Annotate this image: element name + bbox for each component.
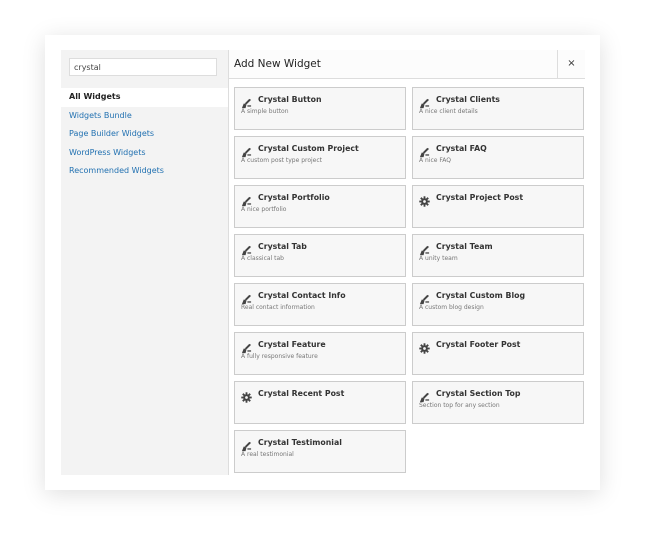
widget-description: A nice FAQ bbox=[419, 157, 452, 164]
widget-name: Crystal Button bbox=[258, 94, 322, 104]
widget-card-header: Crystal Team bbox=[419, 240, 577, 255]
gear-icon bbox=[419, 339, 430, 354]
sidebar-item-widgets-bundle[interactable]: Widgets Bundle bbox=[61, 107, 228, 126]
brush-icon bbox=[419, 290, 430, 304]
widget-card-header: Crystal Button bbox=[241, 93, 399, 108]
widget-grid: Crystal Button A simple button Crystal Cli… bbox=[234, 87, 584, 473]
widget-card[interactable]: Crystal Recent Post bbox=[234, 381, 406, 424]
widget-name: Crystal Feature bbox=[258, 339, 326, 349]
widget-name: Crystal FAQ bbox=[436, 143, 487, 153]
widget-card-header: Crystal Footer Post bbox=[419, 338, 577, 354]
gear-icon bbox=[419, 192, 430, 207]
widget-card-header: Crystal Feature bbox=[241, 338, 399, 353]
sidebar-item-recommended-widgets[interactable]: Recommended Widgets bbox=[61, 162, 228, 181]
widget-description: A custom blog design bbox=[419, 304, 484, 311]
widget-card[interactable]: Crystal Footer Post bbox=[412, 332, 584, 375]
widget-name: Crystal Custom Blog bbox=[436, 290, 526, 300]
widget-name: Crystal Tab bbox=[258, 241, 307, 251]
widget-name: Crystal Contact Info bbox=[258, 290, 346, 300]
sidebar-item-all-widgets[interactable]: All Widgets bbox=[61, 88, 228, 107]
widget-card-header: Crystal Portfolio bbox=[241, 191, 399, 206]
widget-card-header: Crystal Contact Info bbox=[241, 289, 399, 304]
widget-description: A simple button bbox=[241, 108, 289, 115]
widget-card-header: Crystal Project Post bbox=[419, 191, 577, 207]
widget-card[interactable]: Crystal Button A simple button bbox=[234, 87, 406, 130]
brush-icon bbox=[241, 94, 252, 108]
widget-card[interactable]: Crystal FAQ A nice FAQ bbox=[412, 136, 584, 179]
gear-icon bbox=[241, 388, 252, 403]
brush-icon bbox=[241, 437, 252, 451]
close-button[interactable]: × bbox=[557, 50, 585, 78]
widget-name: Crystal Recent Post bbox=[258, 388, 345, 398]
widget-name: Crystal Clients bbox=[436, 94, 500, 104]
widget-card-header: Crystal Testimonial bbox=[241, 436, 399, 451]
widget-description: A custom post type project bbox=[241, 157, 323, 164]
widget-card[interactable]: Crystal Project Post bbox=[412, 185, 584, 228]
widget-card-header: Crystal Clients bbox=[419, 93, 577, 108]
widget-card[interactable]: Crystal Clients A nice client details bbox=[412, 87, 584, 130]
widget-name: Crystal Custom Project bbox=[258, 143, 359, 153]
widget-name: Crystal Project Post bbox=[436, 192, 524, 202]
widget-card[interactable]: Crystal Custom Blog A custom blog design bbox=[412, 283, 584, 326]
widget-description: A nice portfolio bbox=[241, 206, 287, 213]
widget-card-header: Crystal Custom Project bbox=[241, 142, 399, 157]
sidebar-item-wordpress-widgets[interactable]: WordPress Widgets bbox=[61, 144, 228, 163]
widget-description: A fully responsive feature bbox=[241, 353, 318, 360]
widget-card[interactable]: Crystal Team A unity team bbox=[412, 234, 584, 277]
widget-card[interactable]: Crystal Portfolio A nice portfolio bbox=[234, 185, 406, 228]
widget-description: A unity team bbox=[419, 255, 458, 262]
widget-card[interactable]: Crystal Testimonial A real testimonial bbox=[234, 430, 406, 473]
widget-card-header: Crystal FAQ bbox=[419, 142, 577, 157]
brush-icon bbox=[241, 143, 252, 157]
widget-name: Crystal Section Top bbox=[436, 388, 521, 398]
widget-card[interactable]: Crystal Feature A fully responsive featur… bbox=[234, 332, 406, 375]
sidebar: All WidgetsWidgets BundlePage Builder Wi… bbox=[61, 50, 229, 475]
brush-icon bbox=[419, 241, 430, 255]
widget-card-header: Crystal Section Top bbox=[419, 387, 577, 402]
brush-icon bbox=[241, 290, 252, 304]
brush-icon bbox=[241, 241, 252, 255]
search-input[interactable] bbox=[69, 58, 217, 76]
widget-card[interactable]: Crystal Tab A classical tab bbox=[234, 234, 406, 277]
header: Add New Widget × bbox=[229, 50, 585, 79]
sidebar-nav: All Widgets Widgets Bundle Page Builder Wi… bbox=[61, 88, 228, 181]
main-panel: Add New Widget × Crystal Button A simple … bbox=[229, 50, 585, 475]
widget-name: Crystal Portfolio bbox=[258, 192, 330, 202]
widget-description: Real contact information bbox=[241, 304, 315, 311]
widget-name: Crystal Footer Post bbox=[436, 339, 521, 349]
widget-description: A classical tab bbox=[241, 255, 284, 262]
page-title: Add New Widget bbox=[234, 58, 321, 70]
brush-icon bbox=[241, 339, 252, 353]
widget-description: A nice client details bbox=[419, 108, 478, 115]
brush-icon bbox=[419, 94, 430, 108]
brush-icon bbox=[241, 192, 252, 206]
sidebar-item-page-builder-widgets[interactable]: Page Builder Widgets bbox=[61, 125, 228, 144]
widget-name: Crystal Team bbox=[436, 241, 493, 251]
brush-icon bbox=[419, 143, 430, 157]
widget-card[interactable]: Crystal Section Top Section top for any s… bbox=[412, 381, 584, 424]
widget-card-header: Crystal Tab bbox=[241, 240, 399, 255]
widget-card[interactable]: Crystal Contact Info Real contact informa… bbox=[234, 283, 406, 326]
widget-card-header: Crystal Custom Blog bbox=[419, 289, 577, 304]
widget-description: A real testimonial bbox=[241, 451, 294, 458]
widget-card-header: Crystal Recent Post bbox=[241, 387, 399, 403]
widget-description: Section top for any section bbox=[419, 402, 500, 409]
widget-name: Crystal Testimonial bbox=[258, 437, 342, 447]
brush-icon bbox=[419, 388, 430, 402]
widget-card[interactable]: Crystal Custom Project A custom post type… bbox=[234, 136, 406, 179]
